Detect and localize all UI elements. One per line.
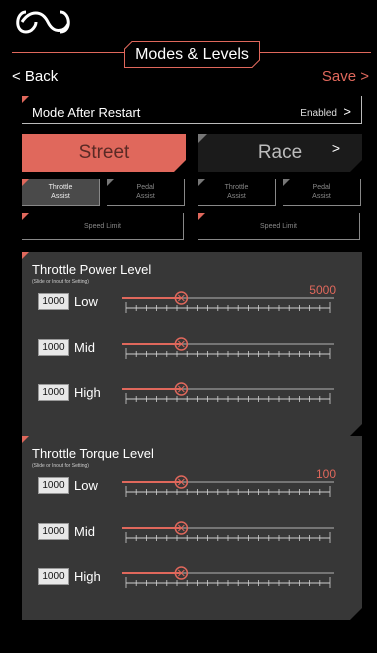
page-title-text: Modes & Levels <box>135 45 249 63</box>
throttle-torque-panel: Throttle Torque Level (Slide or Inout fo… <box>22 436 362 620</box>
torque-high-slider[interactable] <box>118 564 338 588</box>
torque-high-label: High <box>74 569 101 584</box>
torque-high-input[interactable]: 1000 <box>38 568 69 585</box>
speed-limit-label: Speed Limit <box>84 222 121 230</box>
mode-after-restart-row[interactable]: Mode After Restart Enabled > <box>22 96 362 124</box>
torque-low-label: Low <box>74 478 98 493</box>
chevron-right-icon: > <box>343 104 351 119</box>
torque-low-input[interactable]: 1000 <box>38 477 69 494</box>
brand-logo <box>16 10 70 34</box>
mode-race-button[interactable]: Race > <box>198 134 362 172</box>
torque-mid-label: Mid <box>74 524 95 539</box>
assist-label-line1: Throttle <box>224 184 249 191</box>
power-high-input[interactable]: 1000 <box>38 384 69 401</box>
throttle-power-title: Throttle Power Level <box>32 262 152 277</box>
power-mid-slider[interactable] <box>118 335 338 359</box>
street-throttle-assist-button[interactable]: Throttle Assist <box>22 179 100 206</box>
race-speed-limit-button[interactable]: Speed Limit <box>198 213 360 240</box>
assist-label-line1: Pedal <box>136 184 155 191</box>
power-low-slider[interactable] <box>118 289 338 313</box>
corner-marker <box>198 213 205 220</box>
throttle-torque-title: Throttle Torque Level <box>32 446 154 461</box>
power-high-slider[interactable] <box>118 380 338 404</box>
assist-label-line2: Assist <box>136 193 155 200</box>
corner-marker <box>22 213 29 220</box>
throttle-power-panel: Throttle Power Level (Slide or Inout for… <box>22 252 362 436</box>
corner-marker <box>283 179 290 186</box>
race-pedal-assist-button[interactable]: Pedal Assist <box>283 179 361 206</box>
corner-marker <box>198 179 205 186</box>
corner-marker <box>22 252 29 259</box>
back-button[interactable]: < Back <box>12 68 58 85</box>
throttle-power-subtitle: (Slide or Inout for Setting) <box>32 279 89 285</box>
corner-marker <box>198 134 207 143</box>
assist-label-line1: Throttle <box>48 184 73 191</box>
speed-limit-label: Speed Limit <box>260 222 297 230</box>
corner-marker <box>107 179 114 186</box>
throttle-torque-subtitle: (Slide or Inout for Setting) <box>32 463 89 469</box>
mode-after-restart-label: Mode After Restart <box>32 105 141 120</box>
mode-race-label: Race <box>257 142 303 163</box>
mode-street-label: Street <box>78 142 130 163</box>
power-mid-input[interactable]: 1000 <box>38 339 69 356</box>
mode-after-restart-value: Enabled <box>300 108 337 119</box>
corner-marker <box>22 436 29 443</box>
torque-low-slider[interactable] <box>118 473 338 497</box>
race-throttle-assist-button[interactable]: Throttle Assist <box>198 179 276 206</box>
torque-mid-slider[interactable] <box>118 519 338 543</box>
corner-marker <box>22 179 29 186</box>
assist-label-line1: Pedal <box>312 184 331 191</box>
power-low-input[interactable]: 1000 <box>38 293 69 310</box>
mode-street-button[interactable]: Street <box>22 134 186 172</box>
assist-label-line2: Assist <box>312 193 331 200</box>
power-mid-label: Mid <box>74 340 95 355</box>
assist-label-line2: Assist <box>227 193 246 200</box>
power-high-label: High <box>74 385 101 400</box>
power-low-label: Low <box>74 294 98 309</box>
page-title: Modes & Levels <box>124 41 260 68</box>
assist-label-line2: Assist <box>51 193 70 200</box>
chevron-right-icon: > <box>331 140 340 156</box>
torque-mid-input[interactable]: 1000 <box>38 523 69 540</box>
street-pedal-assist-button[interactable]: Pedal Assist <box>107 179 185 206</box>
save-button[interactable]: Save > <box>322 68 369 85</box>
corner-marker <box>22 96 29 103</box>
street-speed-limit-button[interactable]: Speed Limit <box>22 213 184 240</box>
